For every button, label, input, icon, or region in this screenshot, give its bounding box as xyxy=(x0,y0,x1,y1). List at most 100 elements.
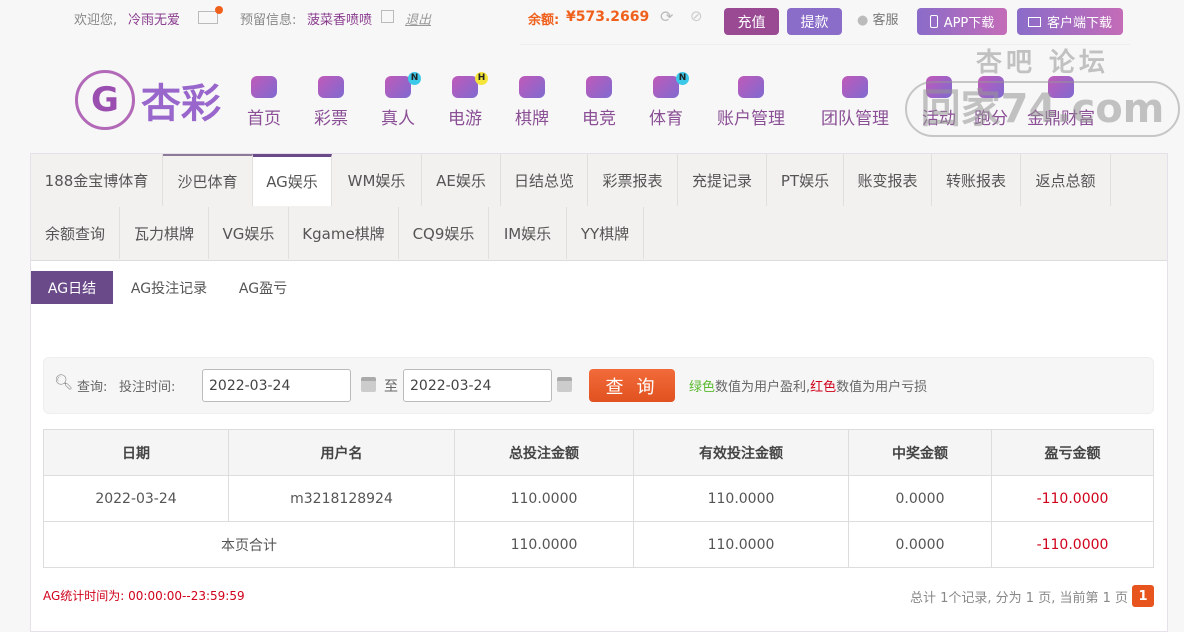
reserved-label: 预留信息: xyxy=(240,13,297,28)
table-cell: m3218128924 xyxy=(228,475,455,522)
service-label: 客服 xyxy=(872,13,899,28)
table-header-row: 日期 用户名 总投注金额 有效投注金额 中奖金额 盈亏金额 xyxy=(43,429,1154,476)
tab-item[interactable]: WM娱乐 xyxy=(332,154,422,206)
tab-item[interactable]: 账变报表 xyxy=(844,154,932,206)
pagination-info: 总计 1个记录, 分为 1 页, 当前第 1 页 xyxy=(909,590,1128,606)
column-header: 用户名 xyxy=(228,429,455,476)
logo[interactable]: G 杏彩 xyxy=(75,70,221,130)
client-download-label: 客户端下载 xyxy=(1046,16,1112,31)
total-label: 本页合计 xyxy=(43,521,455,568)
mail-icon[interactable] xyxy=(198,6,223,24)
nav-item[interactable]: 首页 xyxy=(229,76,299,129)
total-profit-loss: -110.0000 xyxy=(991,521,1154,568)
total-valid-bet: 110.0000 xyxy=(633,521,849,568)
nav-label: 电竞 xyxy=(582,109,616,129)
service-link[interactable]: ● 客服 xyxy=(857,9,899,28)
nav-label: 体育 xyxy=(649,109,683,129)
nav-icon xyxy=(586,76,612,98)
withdraw-button[interactable]: 提款 xyxy=(787,8,842,35)
nav-item[interactable]: 电竞 xyxy=(564,76,634,129)
column-header: 盈亏金额 xyxy=(991,429,1154,476)
balance-label: 余额: xyxy=(528,13,560,28)
report-tabs: 188金宝博体育 沙巴体育 AG娱乐 WM娱乐 AE娱乐 日结总览 彩票报表 充提记录 PT娱乐… xyxy=(31,154,1167,261)
nav-badge: N xyxy=(408,72,421,85)
username[interactable]: 冷雨无爱 xyxy=(128,9,180,28)
nav-item[interactable]: 跑分 xyxy=(956,76,1026,129)
nav-label: 首页 xyxy=(247,109,281,129)
nav-item[interactable]: N 体育 xyxy=(631,72,701,129)
nav-label: 金鼎财富 xyxy=(1027,109,1095,129)
tab-item[interactable]: YY棋牌 xyxy=(567,207,644,259)
nav-icon xyxy=(251,76,277,98)
tab-item[interactable]: AG娱乐 xyxy=(253,154,332,206)
edit-icon[interactable] xyxy=(381,10,394,23)
hint-text: 绿色数值为用户盈利,红色数值为用户亏损 xyxy=(689,376,927,395)
pagination: 总计 1个记录, 分为 1 页, 当前第 1 页 1 xyxy=(910,585,1154,607)
tab-item[interactable]: AE娱乐 xyxy=(422,154,501,206)
logo-text: 杏彩 xyxy=(141,81,221,127)
nav-icon: N xyxy=(385,72,421,98)
tab-item[interactable]: 沙巴体育 xyxy=(163,154,253,206)
refresh-icon[interactable]: ⟳ xyxy=(660,7,673,26)
welcome-text: 欢迎您, xyxy=(74,13,118,28)
nav-badge: H xyxy=(475,72,488,85)
nav-badge: N xyxy=(676,72,689,85)
tab-item[interactable]: 188金宝博体育 xyxy=(31,154,163,206)
nav-icon xyxy=(738,76,764,98)
tab-item[interactable]: 瓦力棋牌 xyxy=(120,207,209,259)
recharge-button[interactable]: 充值 xyxy=(724,8,779,35)
search-icon: 🔍︎ xyxy=(54,373,74,391)
client-download-button[interactable]: 客户端下载 xyxy=(1017,8,1123,35)
phone-icon xyxy=(929,15,938,28)
nav-item[interactable]: 棋牌 xyxy=(497,76,567,129)
tab-item[interactable]: CQ9娱乐 xyxy=(399,207,489,259)
tab-item[interactable]: 余额查询 xyxy=(31,207,120,259)
hint-red: 红色 xyxy=(810,380,837,395)
app-download-button[interactable]: APP下载 xyxy=(917,8,1007,35)
total-bet: 110.0000 xyxy=(454,521,634,568)
report-table: 日期 用户名 总投注金额 有效投注金额 中奖金额 盈亏金额 2022-03-24 m3218… xyxy=(43,429,1154,568)
tab-item[interactable]: Kgame棋牌 xyxy=(289,207,399,259)
hide-eye-icon[interactable]: ⊘ xyxy=(690,7,703,25)
nav-label: 跑分 xyxy=(974,109,1008,129)
table-cell: 0.0000 xyxy=(848,475,992,522)
logo-emblem-icon: G xyxy=(75,70,135,130)
nav-item[interactable]: H 电游 xyxy=(430,72,500,129)
subtab-item[interactable]: AG盈亏 xyxy=(225,271,301,304)
table-cell: 2022-03-24 xyxy=(43,475,229,522)
content-panel: 188金宝博体育 沙巴体育 AG娱乐 WM娱乐 AE娱乐 日结总览 彩票报表 充提记录 PT娱乐… xyxy=(30,153,1168,632)
start-date-input[interactable] xyxy=(202,369,351,402)
subtab-item[interactable]: AG日结 xyxy=(31,271,113,304)
nav-item[interactable]: 账户管理 xyxy=(716,76,786,129)
nav-item[interactable]: 金鼎财富 xyxy=(1026,76,1096,129)
tab-item[interactable]: 日结总览 xyxy=(501,154,588,206)
tab-item[interactable]: 彩票报表 xyxy=(588,154,678,206)
nav-item[interactable]: 团队管理 xyxy=(820,76,890,129)
calendar-icon[interactable] xyxy=(361,377,376,392)
nav-item[interactable]: 彩票 xyxy=(296,76,366,129)
nav-label: 彩票 xyxy=(314,109,348,129)
tab-item[interactable]: VG娱乐 xyxy=(209,207,289,259)
nav-icon xyxy=(926,76,952,98)
table-row: 2022-03-24 m3218128924 110.0000 110.0000 0.0… xyxy=(43,475,1154,522)
end-date-input[interactable] xyxy=(403,369,552,402)
tab-item[interactable]: 返点总额 xyxy=(1021,154,1111,206)
nav-label: 棋牌 xyxy=(515,109,549,129)
calendar-icon[interactable] xyxy=(557,377,572,392)
column-header: 中奖金额 xyxy=(848,429,992,476)
app-download-label: APP下载 xyxy=(943,16,995,31)
nav-item[interactable]: N 真人 xyxy=(363,72,433,129)
logout-link[interactable]: 退出 xyxy=(405,9,431,28)
tab-item[interactable]: 转账报表 xyxy=(932,154,1021,206)
page-button-current[interactable]: 1 xyxy=(1132,585,1154,607)
tab-item[interactable]: IM娱乐 xyxy=(489,207,567,259)
query-button[interactable]: 查 询 xyxy=(589,369,675,402)
total-row: 本页合计 110.0000 110.0000 0.0000 -110.0000 xyxy=(43,521,1154,568)
balance-value: ¥573.2669 xyxy=(566,9,650,25)
nav-icon xyxy=(519,76,545,98)
nav-label: 团队管理 xyxy=(821,109,889,129)
subtab-item[interactable]: AG投注记录 xyxy=(113,271,225,304)
tab-item[interactable]: 充提记录 xyxy=(678,154,767,206)
service-icon: ● xyxy=(857,13,869,28)
tab-item[interactable]: PT娱乐 xyxy=(767,154,844,206)
